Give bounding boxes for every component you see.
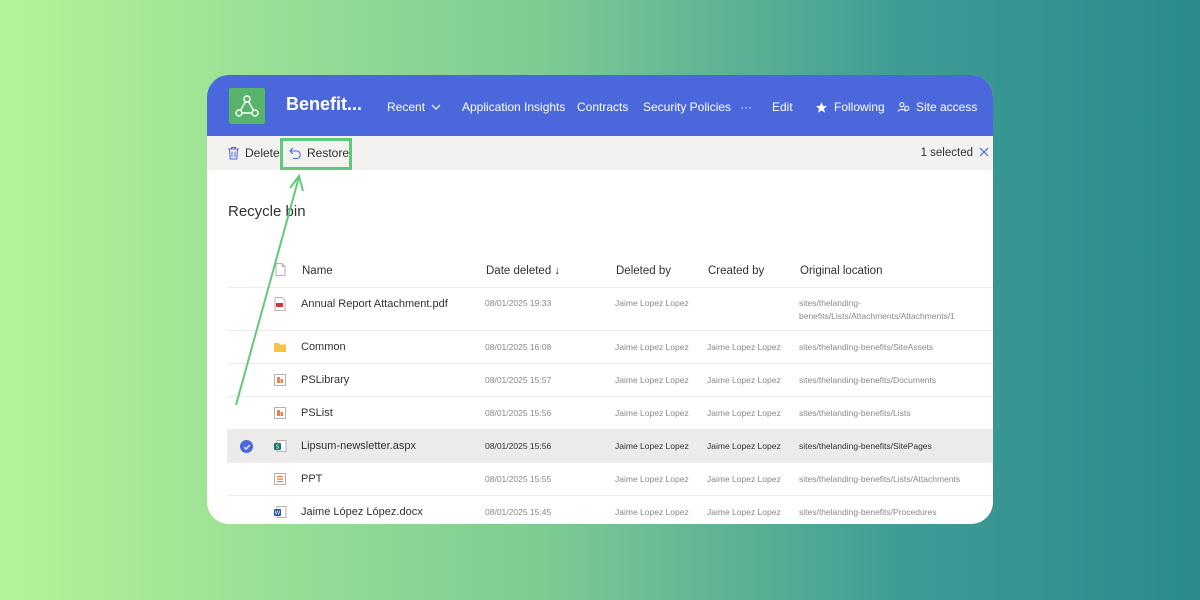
nav-recent[interactable]: Recent — [387, 100, 441, 114]
table-row[interactable]: PSList 08/01/2025 15:56 Jaime Lopez Lope… — [227, 396, 993, 429]
deleted-by: Jaime Lopez Lopez — [615, 408, 689, 418]
checkmark-icon — [243, 444, 250, 450]
site-title[interactable]: Benefit... — [286, 94, 362, 115]
sharepoint-page-icon: S — [274, 440, 287, 452]
deleted-by: Jaime Lopez Lopez — [615, 507, 689, 517]
created-by: Jaime Lopez Lopez — [707, 342, 781, 352]
deleted-by: Jaime Lopez Lopez — [615, 342, 689, 352]
table-row[interactable]: Common 08/01/2025 16:08 Jaime Lopez Lope… — [227, 330, 993, 363]
list-icon — [274, 473, 286, 485]
table-row[interactable]: W Jaime López López.docx 08/01/2025 15:4… — [227, 495, 993, 524]
star-icon — [816, 101, 827, 113]
column-header-deleted-by[interactable]: Deleted by — [616, 265, 671, 277]
created-by: Jaime Lopez Lopez — [707, 375, 781, 385]
pdf-file-icon — [274, 297, 286, 311]
original-location: sites/thelanding-benefits/Lists — [799, 408, 911, 418]
library-icon — [274, 374, 286, 386]
original-location: sites/thelanding-benefits/SiteAssets — [799, 342, 934, 352]
deleted-by: Jaime Lopez Lopez — [615, 474, 689, 484]
column-header-date-deleted[interactable]: Date deleted ↓ — [486, 265, 560, 277]
file-name[interactable]: Annual Report Attachment.pdf — [301, 298, 448, 310]
site-access-button[interactable]: Site access — [897, 100, 977, 114]
svg-text:W: W — [275, 511, 281, 517]
word-doc-icon: W — [274, 506, 287, 518]
file-type-header-icon[interactable] — [275, 263, 286, 276]
column-header-original-location[interactable]: Original location — [800, 265, 882, 277]
created-by: Jaime Lopez Lopez — [707, 474, 781, 484]
original-location: sites/thelanding-benefits/SitePages — [799, 441, 932, 451]
created-by: Jaime Lopez Lopez — [707, 408, 781, 418]
nav-more-button[interactable]: ··· — [740, 100, 752, 114]
original-location: sites/thelanding-benefits/Documents — [799, 375, 937, 385]
file-name[interactable]: Lipsum-newsletter.aspx — [301, 440, 416, 452]
original-location: sites/thelanding- — [799, 298, 861, 308]
site-access-label: Site access — [916, 100, 978, 114]
command-bar: Delete Restore 1 selected — [207, 136, 993, 170]
deleted-by: Jaime Lopez Lopez — [615, 298, 689, 308]
original-location: sites/thelanding-benefits/Procedures — [799, 507, 937, 517]
row-checkbox-checked[interactable] — [240, 440, 253, 453]
following-button[interactable]: Following — [815, 100, 885, 114]
column-header-name[interactable]: Name — [302, 265, 333, 277]
table-row-selected[interactable]: S Lipsum-newsletter.aspx 08/01/2025 15:5… — [227, 429, 993, 462]
nav-edit[interactable]: Edit — [772, 100, 793, 114]
following-label: Following — [834, 100, 885, 114]
file-name[interactable]: PPT — [301, 473, 322, 485]
chevron-down-icon — [431, 104, 441, 110]
people-icon — [897, 101, 910, 112]
deleted-by: Jaime Lopez Lopez — [615, 441, 689, 451]
table-row[interactable]: Annual Report Attachment.pdf 08/01/2025 … — [227, 287, 993, 330]
close-icon[interactable] — [977, 145, 991, 159]
nav-contracts[interactable]: Contracts — [577, 100, 628, 114]
original-location: sites/thelanding-benefits/Lists/Attachme… — [799, 474, 961, 484]
date-deleted: 08/01/2025 15:57 — [485, 375, 552, 385]
date-deleted: 08/01/2025 19:33 — [485, 298, 552, 308]
column-header-created-by[interactable]: Created by — [708, 265, 764, 277]
page-title: Recycle bin — [228, 203, 306, 220]
delete-button[interactable]: Delete — [227, 136, 280, 170]
date-deleted: 08/01/2025 15:45 — [485, 507, 552, 517]
site-logo[interactable] — [229, 88, 265, 124]
deleted-by: Jaime Lopez Lopez — [615, 375, 689, 385]
date-deleted: 08/01/2025 15:55 — [485, 474, 552, 484]
nav-security-policies[interactable]: Security Policies — [643, 100, 731, 114]
created-by: Jaime Lopez Lopez — [707, 441, 781, 451]
file-name[interactable]: Jaime López López.docx — [301, 506, 423, 518]
svg-text:S: S — [276, 445, 280, 451]
file-name[interactable]: PSLibrary — [301, 374, 349, 386]
date-deleted: 08/01/2025 15:56 — [485, 408, 552, 418]
table-row[interactable]: PSLibrary 08/01/2025 15:57 Jaime Lopez L… — [227, 363, 993, 396]
delete-label: Delete — [245, 146, 280, 160]
date-deleted: 08/01/2025 15:56 — [485, 441, 552, 451]
selection-count: 1 selected — [920, 147, 973, 159]
date-deleted: 08/01/2025 16:08 — [485, 342, 552, 352]
created-by: Jaime Lopez Lopez — [707, 507, 781, 517]
file-name[interactable]: Common — [301, 341, 346, 353]
nav-application-insights[interactable]: Application Insights — [462, 100, 565, 114]
file-name[interactable]: PSList — [301, 407, 333, 419]
original-location-cont: benefits/Lists/Attachments/Attachments/1 — [799, 311, 955, 321]
sharepoint-window: Benefit... Recent Application Insights C… — [207, 75, 993, 524]
folder-icon — [274, 343, 286, 352]
list-icon — [274, 407, 286, 419]
trash-icon — [228, 147, 239, 160]
restore-highlight-box — [280, 138, 352, 170]
site-header: Benefit... Recent Application Insights C… — [207, 75, 993, 136]
triangle-nodes-icon — [235, 95, 259, 117]
nav-recent-label: Recent — [387, 100, 426, 114]
table-row[interactable]: PPT 08/01/2025 15:55 Jaime Lopez Lopez J… — [227, 462, 993, 495]
